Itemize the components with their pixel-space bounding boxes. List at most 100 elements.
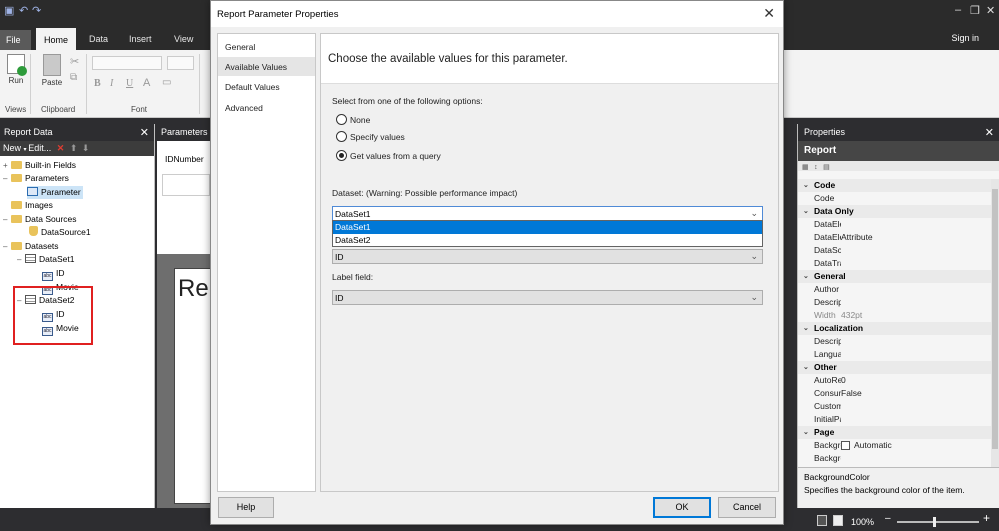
save-icon[interactable]: ▣: [4, 5, 16, 17]
undo-icon[interactable]: ↶: [19, 5, 31, 17]
nav-available-values[interactable]: Available Values: [218, 57, 315, 76]
tree-item-data-sources[interactable]: – Data Sources: [3, 213, 77, 226]
tree-item-field[interactable]: abc ID: [42, 267, 65, 281]
close-icon[interactable]: ✕: [763, 5, 775, 22]
property-row[interactable]: DataElementName: [798, 218, 992, 231]
property-row[interactable]: Description: [798, 296, 992, 309]
tab-insert[interactable]: Insert: [121, 31, 160, 50]
minimize-button[interactable]: –: [955, 4, 961, 16]
property-row[interactable]: Language: [798, 348, 992, 361]
property-value[interactable]: Automatic: [854, 439, 892, 452]
tab-data[interactable]: Data: [81, 31, 116, 50]
move-down-icon[interactable]: ⬇: [82, 143, 90, 153]
parameter-input-box[interactable]: [162, 174, 210, 196]
tree-item-built-in-fields[interactable]: + Built-in Fields: [3, 159, 76, 172]
font-color-icon[interactable]: A: [143, 77, 150, 89]
underline-button[interactable]: U: [126, 78, 133, 89]
tab-home[interactable]: Home: [36, 28, 76, 52]
ok-button[interactable]: OK: [653, 497, 711, 518]
italic-button[interactable]: I: [110, 78, 113, 89]
collapse-icon[interactable]: –: [3, 213, 11, 226]
tree-item-datasource1[interactable]: DataSource1: [29, 226, 91, 239]
property-value[interactable]: False: [841, 387, 862, 400]
property-value[interactable]: 0: [841, 374, 846, 387]
radio-specify-values-label[interactable]: Specify values: [350, 132, 405, 142]
font-size-combo[interactable]: [167, 56, 194, 70]
nav-default-values[interactable]: Default Values: [218, 77, 315, 96]
report-title-text[interactable]: Re: [178, 275, 209, 303]
label-field-combo[interactable]: ID ⌄: [332, 290, 763, 305]
maximize-button[interactable]: ❐: [970, 4, 980, 17]
copy-icon[interactable]: ⧉: [70, 72, 77, 83]
page-layout-icon[interactable]: [817, 515, 827, 526]
tree-item-parameter[interactable]: Parameter: [27, 186, 83, 199]
radio-get-values-from-query[interactable]: [336, 150, 347, 161]
dataset-combo[interactable]: DataSet1 ⌄: [332, 206, 763, 221]
collapse-icon[interactable]: –: [17, 253, 25, 266]
property-value[interactable]: 432pt: [841, 309, 862, 322]
report-page[interactable]: Re: [174, 268, 214, 504]
property-category[interactable]: ⌄ Code: [798, 179, 992, 192]
property-row[interactable]: Description: [798, 335, 992, 348]
cancel-button[interactable]: Cancel: [718, 497, 776, 518]
collapse-icon[interactable]: –: [3, 172, 11, 185]
collapse-icon[interactable]: ⌄: [803, 270, 809, 283]
nav-general[interactable]: General: [218, 37, 315, 56]
tree-item-images[interactable]: Images: [11, 199, 53, 212]
collapse-icon[interactable]: ⌄: [803, 205, 809, 218]
new-button[interactable]: New: [3, 143, 21, 153]
tree-item-parameters[interactable]: – Parameters: [3, 172, 69, 185]
property-row[interactable]: Width 432pt: [798, 309, 992, 322]
dropdown-option-dataset1[interactable]: DataSet1: [333, 221, 762, 234]
edit-button[interactable]: Edit...: [28, 143, 51, 153]
move-up-icon[interactable]: ⬆: [70, 143, 78, 153]
property-value[interactable]: Attribute: [841, 231, 873, 244]
close-icon[interactable]: ✕: [985, 126, 994, 139]
dropdown-option-dataset2[interactable]: DataSet2: [333, 234, 762, 247]
property-row[interactable]: Code: [798, 192, 992, 205]
property-row[interactable]: DataTransform: [798, 257, 992, 270]
property-category[interactable]: ⌄ Page: [798, 426, 992, 439]
parameter-chip[interactable]: IDNumber: [165, 154, 204, 164]
zoom-slider-thumb[interactable]: [933, 517, 936, 527]
highlight-icon[interactable]: ▭: [162, 77, 171, 88]
scrollbar-thumb[interactable]: [992, 189, 998, 449]
collapse-icon[interactable]: –: [3, 240, 11, 253]
radio-specify-values[interactable]: [336, 131, 347, 142]
tree-item-datasets[interactable]: – Datasets: [3, 240, 59, 253]
property-pages-icon[interactable]: ▤: [823, 164, 830, 171]
property-row[interactable]: BackgroundColor Automatic: [798, 439, 992, 452]
collapse-icon[interactable]: ⌄: [803, 426, 809, 439]
page-view-icon[interactable]: [833, 515, 843, 526]
property-row[interactable]: CustomProperties: [798, 400, 992, 413]
zoom-in-icon[interactable]: +: [983, 511, 990, 525]
expand-icon[interactable]: +: [3, 159, 11, 172]
property-row[interactable]: ConsumeContainerWhitespaceFalse: [798, 387, 992, 400]
zoom-out-icon[interactable]: –: [885, 513, 891, 524]
radio-none[interactable]: [336, 114, 347, 125]
property-row[interactable]: BackgroundImage: [798, 452, 992, 465]
help-button[interactable]: Help: [218, 497, 274, 518]
radio-none-label[interactable]: None: [350, 115, 370, 125]
property-category[interactable]: ⌄ Data Only: [798, 205, 992, 218]
property-category[interactable]: ⌄ Other: [798, 361, 992, 374]
close-icon[interactable]: ✕: [140, 126, 149, 139]
collapse-icon[interactable]: ⌄: [803, 361, 809, 374]
collapse-icon[interactable]: ⌄: [803, 179, 809, 192]
delete-icon[interactable]: ✕: [57, 143, 65, 153]
font-name-combo[interactable]: [92, 56, 162, 70]
signin-link[interactable]: Sign in: [951, 33, 979, 43]
property-scrollbar[interactable]: [991, 179, 999, 467]
property-row[interactable]: DataSchema: [798, 244, 992, 257]
tree-item-dataset1[interactable]: – DataSet1: [17, 253, 74, 266]
radio-get-values-from-query-label[interactable]: Get values from a query: [350, 151, 441, 161]
close-app-button[interactable]: ✕: [986, 4, 995, 17]
paste-button[interactable]: Paste: [38, 54, 66, 87]
zoom-slider[interactable]: [897, 521, 979, 523]
redo-icon[interactable]: ↷: [32, 5, 44, 17]
alphabetical-icon[interactable]: ↕: [814, 164, 818, 171]
property-row[interactable]: Author: [798, 283, 992, 296]
property-row[interactable]: DataElementStyleAttribute: [798, 231, 992, 244]
bold-button[interactable]: B: [94, 78, 101, 89]
property-category[interactable]: ⌄ Localization: [798, 322, 992, 335]
